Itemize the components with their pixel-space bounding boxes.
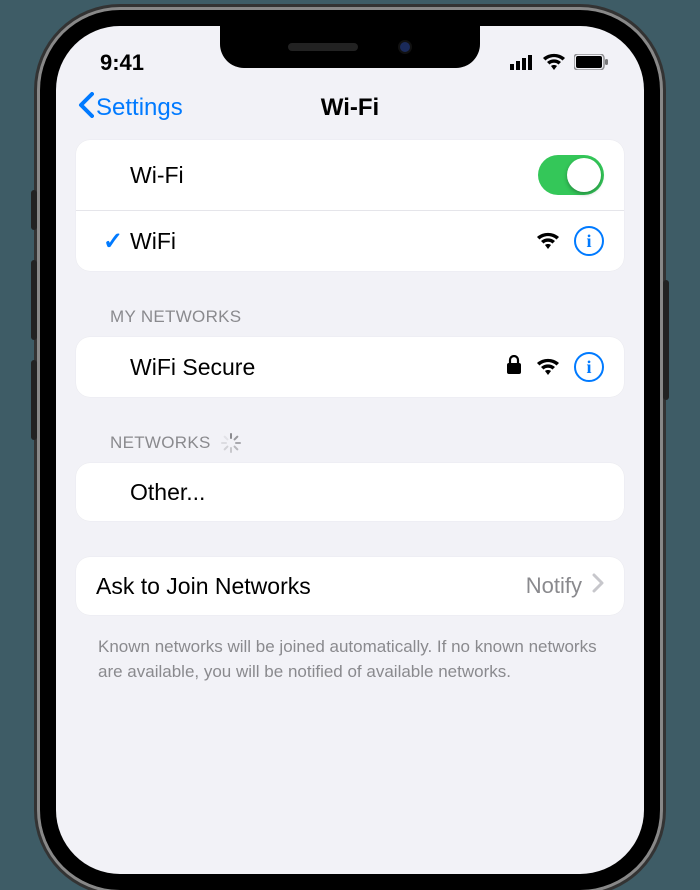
my-networks-label: My Networks <box>110 307 241 327</box>
spinner-icon <box>221 433 241 453</box>
footer-text: Known networks will be joined automatica… <box>76 623 624 684</box>
other-networks-group: Other... <box>76 463 624 521</box>
my-networks-header: My Networks <box>76 307 624 337</box>
phone-frame: 9:41 Settings Wi-Fi <box>40 10 660 890</box>
ask-join-row[interactable]: Ask to Join Networks Notify <box>76 557 624 615</box>
volume-up-button <box>31 260 37 340</box>
volume-down-button <box>31 360 37 440</box>
screen: 9:41 Settings Wi-Fi <box>56 26 644 874</box>
chevron-right-icon <box>592 573 604 599</box>
content: Wi-Fi ✓ WiFi i <box>56 140 644 684</box>
page-title: Wi-Fi <box>321 94 379 122</box>
my-networks-group: WiFi Secure i <box>76 337 624 397</box>
networks-label: Networks <box>110 433 211 453</box>
networks-header: Networks <box>76 433 624 463</box>
info-icon[interactable]: i <box>574 226 604 256</box>
wifi-status-icon <box>542 50 566 76</box>
side-button <box>31 190 37 230</box>
notch <box>220 26 480 68</box>
ask-join-group: Ask to Join Networks Notify <box>76 557 624 615</box>
wifi-signal-icon <box>536 354 560 381</box>
navigation-bar: Settings Wi-Fi <box>56 82 644 140</box>
ask-join-label: Ask to Join Networks <box>96 573 311 600</box>
connected-network-name: WiFi <box>130 228 176 255</box>
wifi-switch[interactable] <box>538 155 604 195</box>
ask-join-value: Notify <box>526 573 582 599</box>
cellular-icon <box>510 50 534 76</box>
switch-knob <box>567 158 601 192</box>
wifi-toggle-group: Wi-Fi ✓ WiFi i <box>76 140 624 271</box>
status-icons <box>510 50 608 76</box>
battery-icon <box>574 50 608 76</box>
status-time: 9:41 <box>100 50 144 76</box>
back-button[interactable]: Settings <box>78 92 183 125</box>
wifi-signal-icon <box>536 228 560 255</box>
power-button <box>663 280 669 400</box>
back-label: Settings <box>96 94 183 122</box>
connected-network-row[interactable]: ✓ WiFi i <box>76 211 624 271</box>
network-name: WiFi Secure <box>130 354 255 381</box>
front-camera <box>398 40 412 54</box>
other-label: Other... <box>130 479 205 506</box>
speaker-grille <box>288 43 358 51</box>
info-icon[interactable]: i <box>574 352 604 382</box>
lock-icon <box>506 354 522 381</box>
chevron-left-icon <box>78 92 94 125</box>
wifi-toggle-row: Wi-Fi <box>76 140 624 211</box>
other-network-row[interactable]: Other... <box>76 463 624 521</box>
checkmark-icon: ✓ <box>96 227 130 256</box>
wifi-label: Wi-Fi <box>130 162 184 189</box>
network-row[interactable]: WiFi Secure i <box>76 337 624 397</box>
